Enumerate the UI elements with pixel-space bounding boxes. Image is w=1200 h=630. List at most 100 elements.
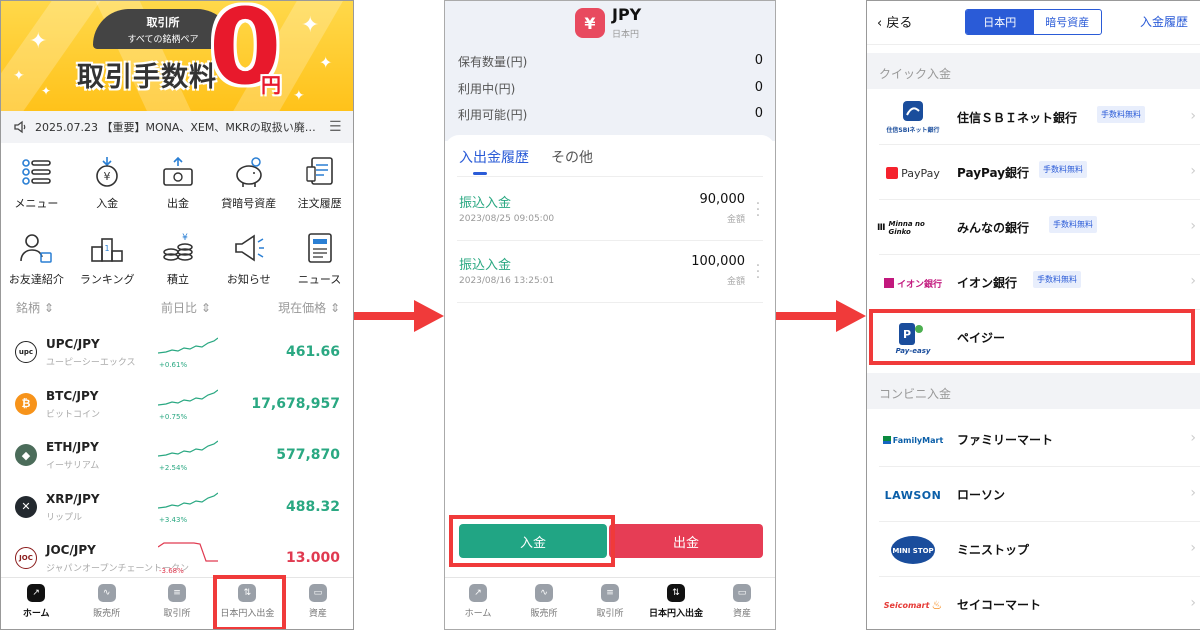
tab-jpy-transfer[interactable]: ⇅ 日本円入出金 <box>212 578 282 629</box>
market-pair: JOC/JPY <box>46 543 96 557</box>
fee-free-badge: 手数料無料 <box>1033 271 1081 288</box>
deposit-button[interactable]: 入金 <box>459 524 607 558</box>
menu-item-menu[interactable]: メニュー <box>1 147 72 223</box>
bank-sbi[interactable]: 住信SBIネット銀行 住信ＳＢＩネット銀行 手数料無料 › <box>867 91 1200 145</box>
tab-label: 資産 <box>308 609 327 619</box>
menu-item-ranking[interactable]: 1 ランキング <box>72 223 143 299</box>
tab-home[interactable]: ↗ ホーム <box>445 578 511 629</box>
coin-icon: upc <box>15 341 37 363</box>
segment-crypto[interactable]: 暗号資産 <box>1034 10 1102 34</box>
market-row[interactable]: ◆ ETH/JPY イーサリアム +2.54% 577,870 <box>1 430 353 482</box>
market-name-jp: イーサリアム <box>46 461 100 471</box>
transaction-kind: 振込入金 <box>459 258 512 273</box>
svg-text:Pay-easy: Pay-easy <box>896 347 931 355</box>
sort-name[interactable]: 銘柄 ⇕ <box>16 299 54 316</box>
tab-jpy-transfer[interactable]: ⇅ 日本円入出金 <box>643 578 709 629</box>
market-row[interactable]: upc UPC/JPY ユーピーシーエックス +0.61% 461.66 <box>1 327 353 379</box>
menu-item-deposit[interactable]: ¥ 入金 <box>72 147 143 223</box>
store-familymart[interactable]: FamilyMart ファミリーマート › <box>867 413 1200 467</box>
wallet-icon: ▭ <box>308 584 327 602</box>
tab-exchange[interactable]: ≡ 取引所 <box>142 578 212 629</box>
menu-item-invite[interactable]: お友達紹介 <box>1 223 72 299</box>
transaction-row[interactable]: 振込入金 2023/08/16 13:25:01 100,000 金額 · · · <box>457 241 763 303</box>
tab-label: 日本円入出金 <box>220 609 275 619</box>
chevron-right-icon: › <box>1190 540 1196 556</box>
sort-price[interactable]: 現在価格 ⇕ <box>278 299 340 316</box>
store-name: ファミリーマート <box>957 433 1054 447</box>
transaction-row[interactable]: 振込入金 2023/08/25 09:05:00 90,000 金額 · · · <box>457 179 763 241</box>
menu-item-label: 貸暗号資産 <box>221 197 277 210</box>
menu-item-withdraw[interactable]: 出金 <box>143 147 214 223</box>
menu-item-accumulate[interactable]: ¥ 積立 <box>143 223 214 299</box>
wallet-icon: ▭ <box>733 584 751 602</box>
transaction-date: 2023/08/16 13:25:01 <box>459 276 555 286</box>
tab-exchange[interactable]: ≡ 取引所 <box>577 578 643 629</box>
menu-item-label: メニュー <box>14 197 59 210</box>
tab-other[interactable]: その他 <box>551 147 593 167</box>
aeon-logo-icon: イオン銀行 <box>877 266 949 300</box>
currency-name: JPY <box>612 5 642 24</box>
ministop-logo-icon: MINI STOP <box>877 533 949 567</box>
tab-assets[interactable]: ▭ 資産 <box>709 578 775 629</box>
menu-item-news[interactable]: ニュース <box>284 223 353 299</box>
menu-item-label: 注文履歴 <box>297 197 342 210</box>
jpy-detail-screen: ¥ JPY 日本円 保有数量(円) 0 利用中(円) 0 利用可能(円) 0 入… <box>444 0 776 630</box>
tab-assets[interactable]: ▭ 資産 <box>283 578 353 629</box>
svg-text:住信SBIネット銀行: 住信SBIネット銀行 <box>886 126 939 134</box>
sbi-logo-icon: 住信SBIネット銀行 <box>877 101 949 135</box>
notice-text: 2025.07.23 【重要】MONA、XEM、MKRの取扱い廃… <box>35 121 316 134</box>
retail-icon: ∿ <box>535 584 553 602</box>
market-row[interactable]: ✕ XRP/JPY リップル +3.43% 488.32 <box>1 482 353 534</box>
more-icon[interactable]: · · · <box>755 259 761 285</box>
promo-banner[interactable]: ✦ ✦ ✦ ✦ ✦ ✦ 取引所 すべての銘柄ペア 取引手数料 0 円 <box>1 1 353 111</box>
tab-retail[interactable]: ∿ 販売所 <box>71 578 141 629</box>
balance-label: 保有数量(円) <box>458 55 528 69</box>
back-button[interactable]: ‹ 戻る <box>877 12 912 31</box>
payeasy-logo-icon: P Pay-easy <box>877 321 949 355</box>
menu-item-lending[interactable]: 貸暗号資産 <box>213 147 284 223</box>
bank-minna[interactable]: Ⅲ Minna no Ginko みんなの銀行 手数料無料 › <box>867 201 1200 255</box>
bank-paypay[interactable]: PayPay PayPay銀行 手数料無料 › <box>867 146 1200 200</box>
arrow-right-icon <box>776 300 866 332</box>
section-convenience: コンビニ入金 <box>867 373 1200 409</box>
market-row[interactable]: ₿ BTC/JPY ビットコイン +0.75% 17,678,957 <box>1 379 353 431</box>
store-lawson[interactable]: LAWSON ローソン › <box>867 468 1200 522</box>
sort-change[interactable]: 前日比 ⇕ <box>161 299 211 316</box>
bank-aeon[interactable]: イオン銀行 イオン銀行 手数料無料 › <box>867 256 1200 310</box>
sparkle-icon: ✦ <box>41 84 52 98</box>
bank-name: PayPay銀行 <box>957 166 1030 180</box>
market-name-jp: リップル <box>46 512 83 523</box>
menu-item-order-history[interactable]: 注文履歴 <box>284 147 353 223</box>
transaction-amount: 100,000 <box>691 254 745 269</box>
tab-indicator <box>473 172 487 175</box>
balance-value: 0 <box>754 53 763 68</box>
market-name-jp: ユーピーシーエックス <box>46 358 136 368</box>
section-quick: クイック入金 <box>867 53 1200 89</box>
market-price: 577,870 <box>276 447 340 463</box>
segment-jpy[interactable]: 日本円 <box>966 10 1034 34</box>
notice-bar[interactable]: 2025.07.23 【重要】MONA、XEM、MKRの取扱い廃… ☰ <box>1 111 353 143</box>
fee-free-badge: 手数料無料 <box>1039 161 1087 178</box>
store-seicomart[interactable]: Seicomart ♨ セイコーマート › <box>867 578 1200 629</box>
sparkle-icon: ✦ <box>319 53 333 72</box>
menu-item-label: お友達紹介 <box>8 273 64 286</box>
top-nav: ‹ 戻る 日本円 暗号資産 入金履歴 <box>867 1 1200 45</box>
deposit-icon: ¥ <box>96 157 118 187</box>
tab-home[interactable]: ↗ ホーム <box>1 578 71 629</box>
balance-value: 0 <box>754 106 763 121</box>
tab-retail[interactable]: ∿ 販売所 <box>511 578 577 629</box>
tab-label: 資産 <box>732 609 751 619</box>
bank-payeasy[interactable]: P Pay-easy ペイジー › <box>867 311 1200 365</box>
tab-label: 販売所 <box>530 609 558 619</box>
chevron-right-icon: › <box>1190 273 1196 289</box>
deposit-history-link[interactable]: 入金履歴 <box>1140 13 1188 30</box>
exchange-icon: ≡ <box>168 584 187 602</box>
menu-item-notice[interactable]: お知らせ <box>213 223 284 299</box>
list-icon[interactable]: ☰ <box>329 119 343 135</box>
store-name: ミニストップ <box>957 543 1030 557</box>
tab-history[interactable]: 入出金履歴 <box>459 147 529 167</box>
more-icon[interactable]: · · · <box>755 197 761 223</box>
tab-label: ホーム <box>22 609 50 619</box>
store-ministop[interactable]: MINI STOP ミニストップ › <box>867 523 1200 577</box>
withdraw-button[interactable]: 出金 <box>609 524 763 558</box>
